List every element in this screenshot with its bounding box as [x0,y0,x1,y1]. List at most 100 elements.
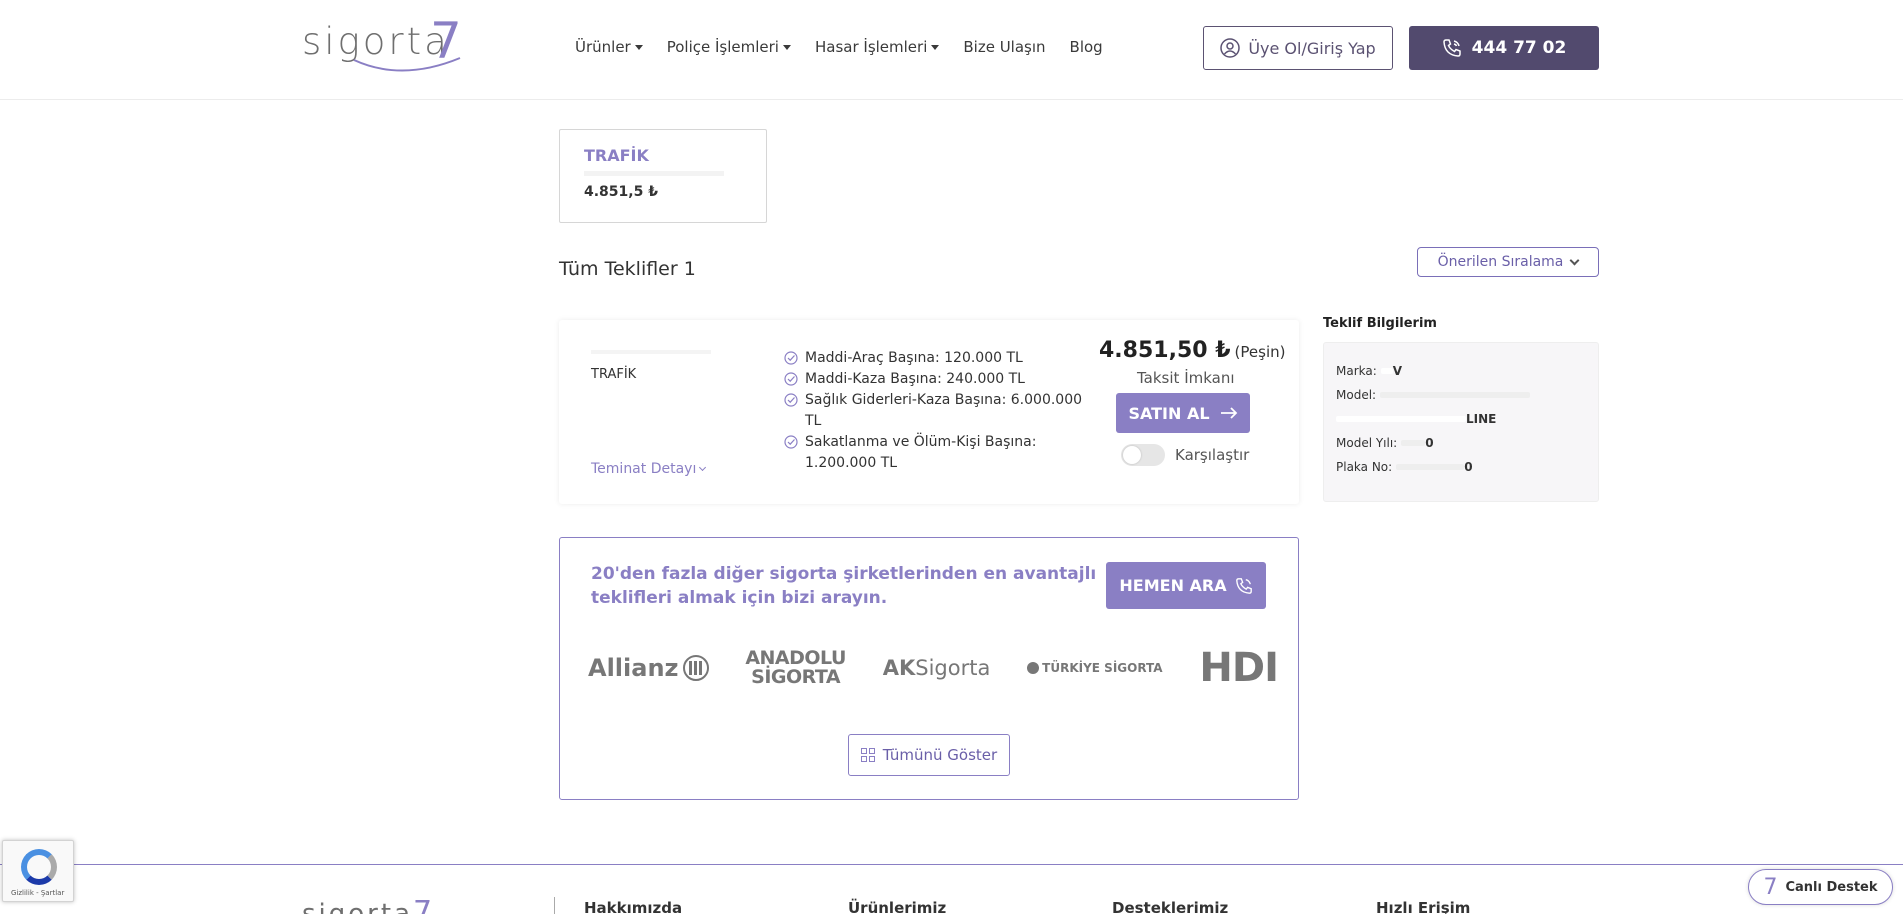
coverage-value: 120.000 TL [944,350,1023,366]
offer-price-note: (Peşin) [1234,343,1286,361]
recaptcha-badge[interactable]: Gizlilik - Şartlar [2,840,74,902]
compare-toggle-group: Karşılaştır [1121,444,1249,466]
turkiye-sigorta-logo: TÜRKİYE SİGORTA [1027,661,1163,675]
info-value: 0 [1464,460,1473,474]
nav-item-blog[interactable]: Blog [1070,38,1103,56]
check-circle-icon [784,393,798,407]
caret-down-icon [634,44,643,50]
coverage-list: Maddi-Araç Başına: 120.000 TL Maddi-Kaza… [783,348,1083,474]
call-now-label: HEMEN ARA [1119,576,1227,595]
nav-item-label: Poliçe İşlemleri [666,38,779,56]
info-label: Plaka No: [1336,460,1393,474]
info-row-model-year: Model Yılı: 0 [1336,431,1586,455]
site-logo[interactable]: sigorta 7 [302,12,472,80]
allianz-logo: Allianz [588,654,709,682]
coverage-item: Maddi-Araç Başına: 120.000 TL [783,348,1083,369]
caret-down-icon [782,44,791,50]
logo-swoosh-icon [353,57,461,72]
check-circle-icon [784,435,798,449]
turkiye-sigorta-emblem-icon [1027,662,1040,674]
login-register-button[interactable]: Üye Ol/Giriş Yap [1203,26,1393,70]
all-offers-count: 1 [683,258,696,280]
redacted-company-logo [591,350,711,354]
anadolu-sigorta-logo: ANADOLU SİGORTA [745,649,846,687]
info-value: 0 [1425,436,1434,450]
chevron-down-icon [1569,255,1580,265]
nav-item-bize-ulasin[interactable]: Bize Ulaşın [963,38,1045,56]
anadolu-logo-line: SİGORTA [751,666,841,688]
call-now-button[interactable]: HEMEN ARA [1106,562,1266,609]
product-summary-card[interactable]: TRAFİK 4.851,5 ₺ [559,129,767,223]
coverage-detail-link[interactable]: Teminat Detayı [591,461,707,477]
coverage-detail-label: Teminat Detayı [591,461,697,477]
nav-item-label: Bize Ulaşın [963,38,1046,56]
show-all-label: Tümünü Göster [882,746,998,764]
redacted-value [1380,368,1393,374]
buy-button[interactable]: SATIN AL [1116,393,1250,433]
hdi-logo: HDI [1199,645,1279,691]
coverage-value: 240.000 TL [946,371,1025,387]
grid-icon [860,748,875,762]
footer-logo-mark: 7 [413,895,436,914]
nav-item-police-islemleri[interactable]: Poliçe İşlemleri [667,38,791,56]
chevron-down-icon [699,463,707,472]
site-header: sigorta 7 Ürünler Poliçe İşlemleri Hasar… [0,0,1903,100]
info-row-model: Model: [1336,383,1586,407]
aksigorta-logo-suffix: Sigorta [915,656,991,680]
all-offers-title: Tüm Teklifler [559,258,678,280]
offer-price: 4.851,50 ₺ (Peşin) [1099,338,1285,363]
phone-icon [1235,577,1252,594]
redacted-value [1336,416,1466,422]
show-all-button[interactable]: Tümünü Göster [848,734,1010,776]
live-support-logo-icon: 7 [1763,874,1778,900]
nav-item-label: Hasar İşlemleri [814,38,928,56]
info-value: LINE [1466,412,1497,426]
insurer-logos: Allianz ANADOLU SİGORTA AKSigorta TÜRKİY… [588,645,1279,691]
info-label: Model Yılı: [1336,436,1398,450]
offer-card: TRAFİK Teminat Detayı Maddi-Araç Başına:… [559,320,1299,504]
phone-call-button[interactable]: 444 77 02 [1409,26,1599,70]
aksigorta-logo: AKSigorta [883,656,991,680]
footer-heading-support[interactable]: Desteklerimiz [1112,899,1228,914]
summary-price: 4.851,5 ₺ [584,184,658,200]
coverage-label: Maddi-Araç Başına: [805,350,940,366]
footer-heading-products[interactable]: Ürünlerimiz [848,899,946,914]
main-nav: Ürünler Poliçe İşlemleri Hasar İşlemleri… [575,38,1127,56]
call-us-text: 20'den fazla diğer sigorta şirketlerinde… [591,564,1097,608]
aksigorta-logo-prefix: AK [882,656,916,680]
footer-logo[interactable]: sigorta7 [302,895,435,914]
live-support-label: Canlı Destek [1785,879,1878,895]
offer-info-title: Teklif Bilgilerim [1323,316,1437,331]
coverage-label: Maddi-Kaza Başına: [805,371,942,387]
footer-logo-text: sigorta [302,899,413,914]
coverage-label: Sağlık Giderleri-Kaza Başına: [805,392,1007,408]
nav-item-urunler[interactable]: Ürünler [575,38,643,56]
coverage-value: 1.200.000 TL [805,455,898,471]
coverage-item: Maddi-Kaza Başına: 240.000 TL [783,369,1083,390]
footer-heading-about[interactable]: Hakkımızda [584,899,682,914]
live-support-button[interactable]: 7 Canlı Destek [1748,869,1893,905]
caret-down-icon [931,44,940,50]
footer-heading-quick-access[interactable]: Hızlı Erişim [1376,899,1470,914]
compare-toggle[interactable] [1121,444,1165,466]
allianz-logo-text: Allianz [588,654,679,682]
installment-label: Taksit İmkanı [1137,369,1235,387]
offer-product-name: TRAFİK [591,367,637,382]
coverage-item: Sakatlanma ve Ölüm-Kişi Başına: 1.200.00… [783,432,1083,474]
footer-divider [554,897,555,914]
redacted-company-name [584,171,724,176]
recaptcha-links: Gizlilik - Şartlar [11,889,65,897]
phone-number-label: 444 77 02 [1471,38,1567,58]
phone-icon [1442,39,1461,57]
info-value: V [1392,364,1403,378]
allianz-emblem-icon [682,655,709,681]
buy-button-label: SATIN AL [1128,403,1210,423]
nav-item-hasar-islemleri[interactable]: Hasar İşlemleri [814,38,940,56]
compare-label: Karşılaştır [1175,446,1250,464]
info-row-brand: Marka: V [1336,359,1586,383]
sort-select[interactable]: Önerilen Sıralama [1417,247,1599,277]
redacted-value [1401,440,1426,446]
site-footer: sigorta7 Hakkımızda Ürünlerimiz Destekle… [0,864,1903,914]
arrow-right-icon [1220,407,1237,419]
summary-title: TRAFİK [584,146,649,165]
